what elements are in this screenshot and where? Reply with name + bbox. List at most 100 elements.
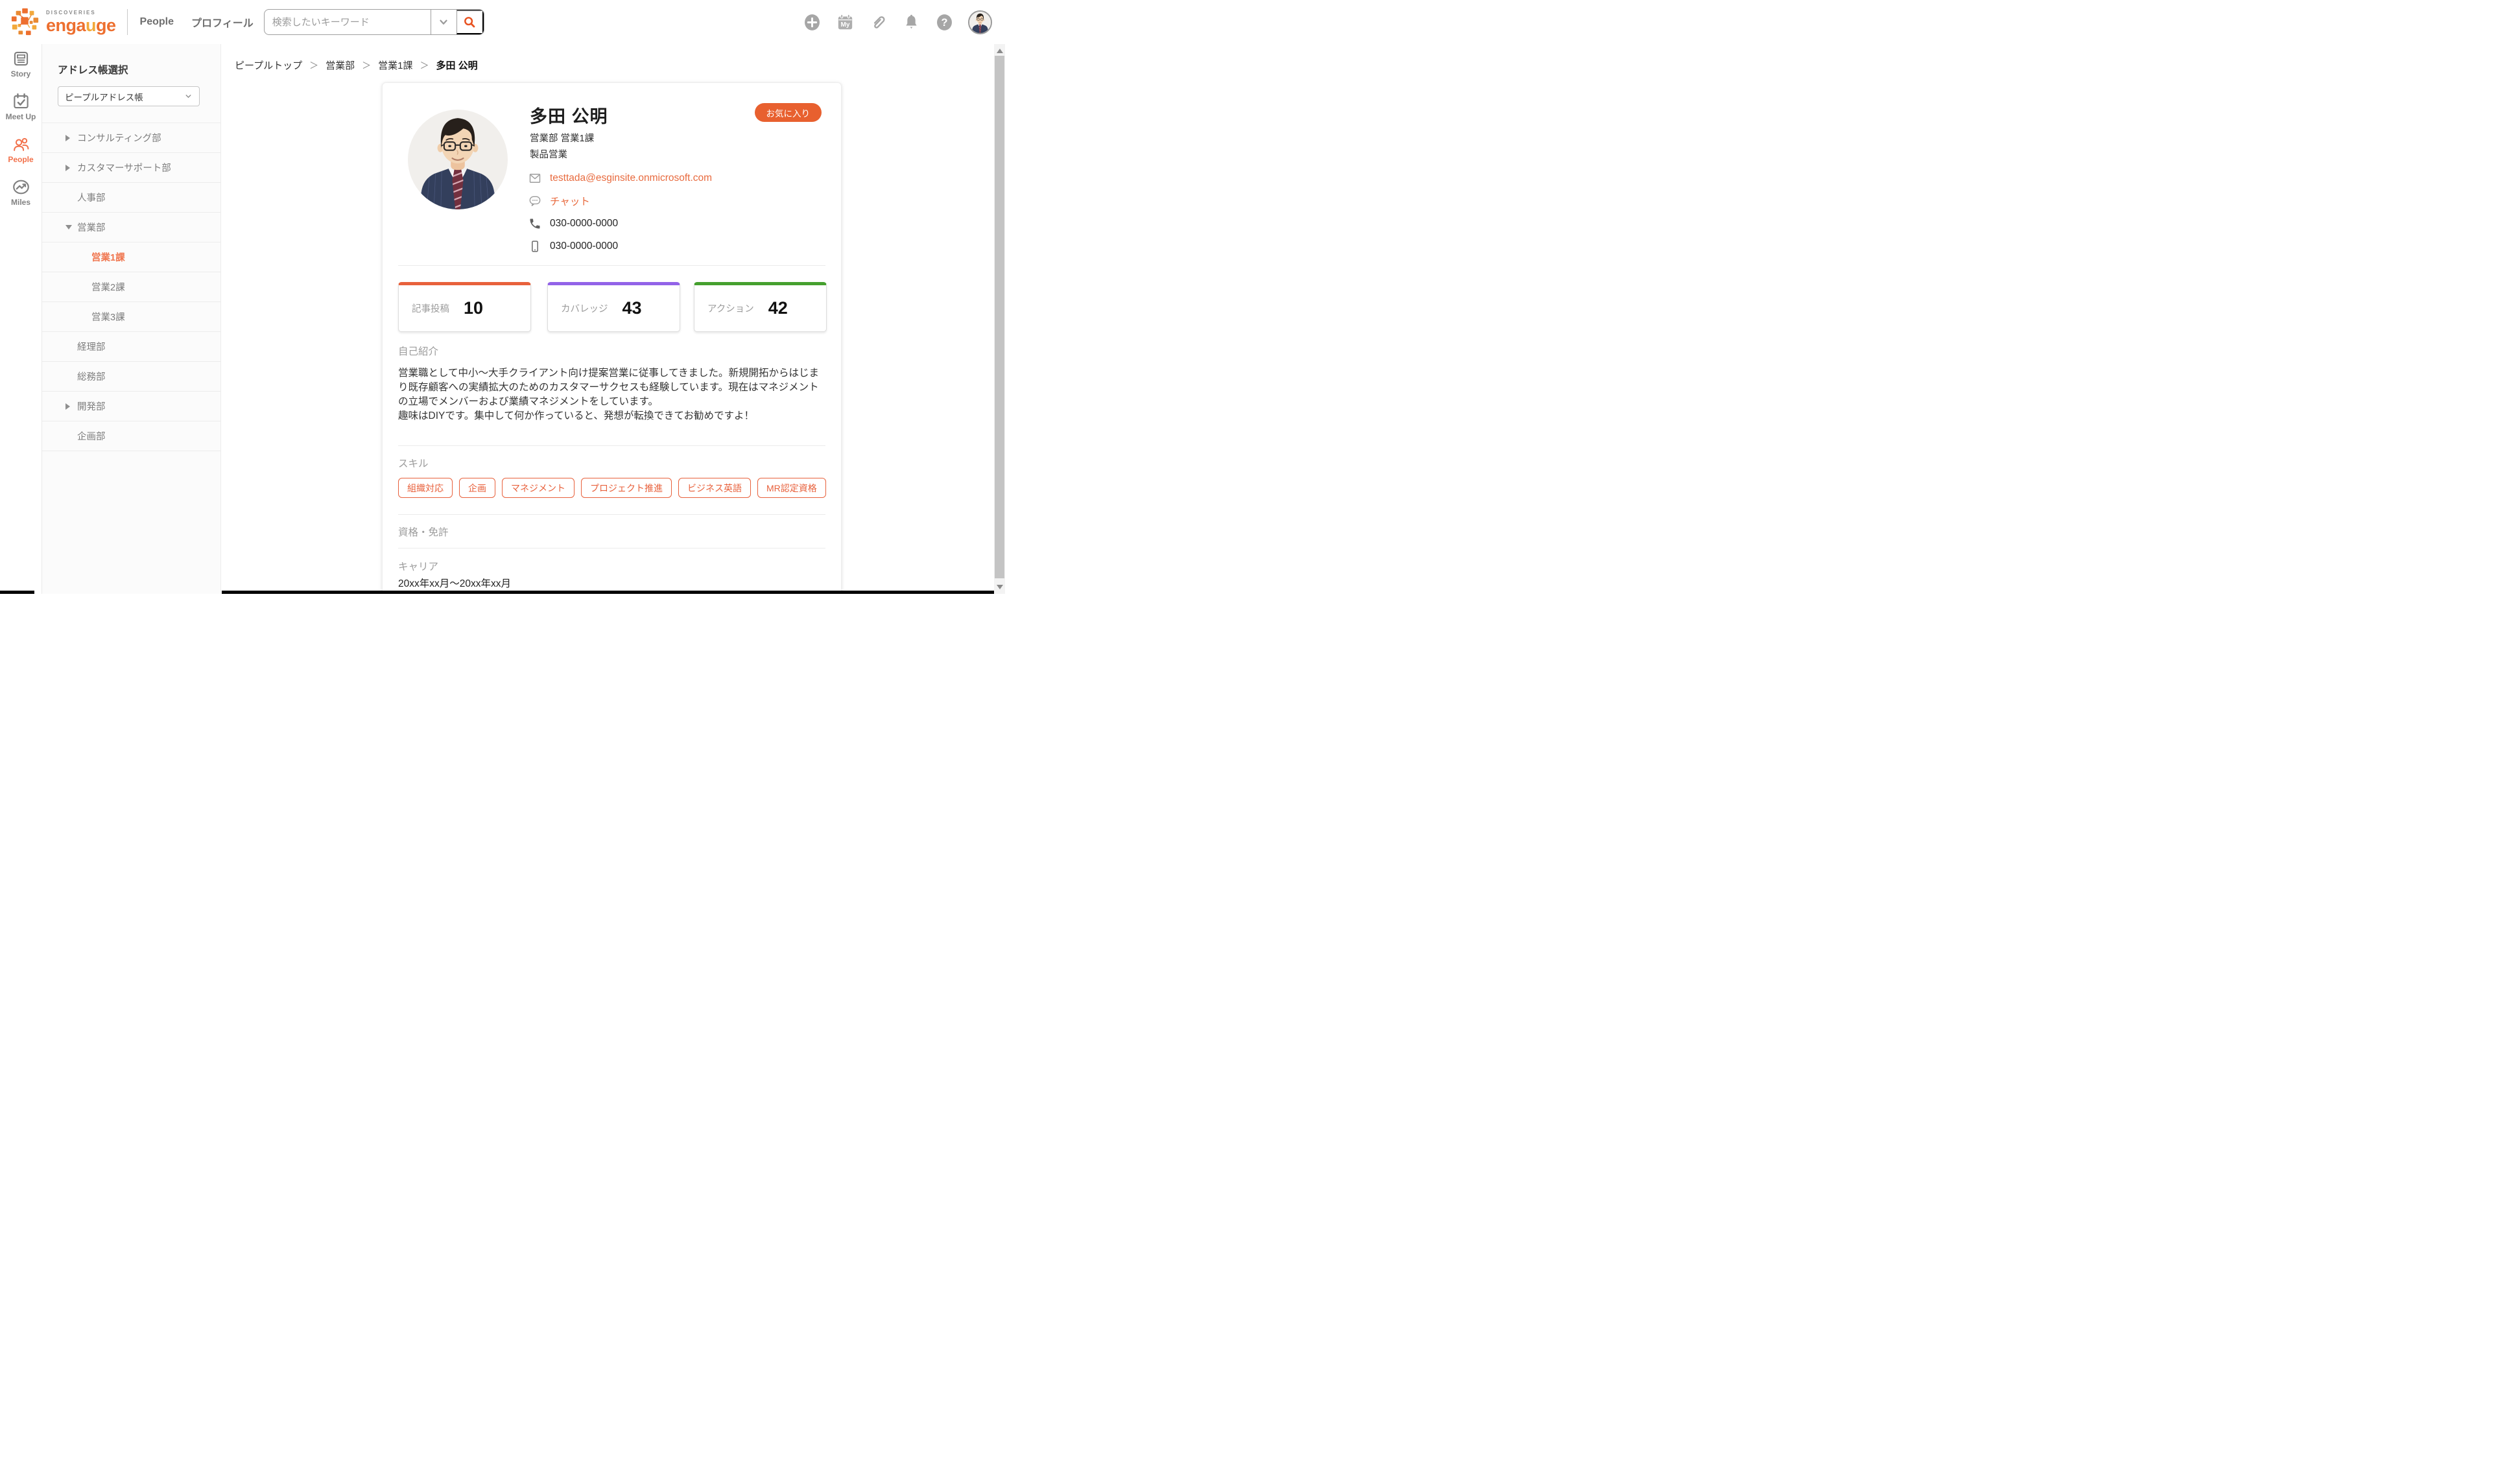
- tree-item[interactable]: 営業2課: [42, 272, 220, 302]
- rail-label-story: Story: [11, 69, 31, 78]
- user-avatar[interactable]: [968, 10, 992, 34]
- stat-card-coverage: カバレッジ 43: [547, 282, 680, 332]
- skill-tag[interactable]: 企画: [459, 478, 495, 498]
- tree-item-selected[interactable]: 営業1課: [42, 242, 220, 272]
- scroll-up-arrow[interactable]: [997, 49, 1003, 53]
- chat-bubble-icon: [528, 194, 541, 207]
- search-icon: [462, 15, 477, 29]
- skills-section-title: スキル: [398, 456, 429, 470]
- nav-profile[interactable]: プロフィール: [191, 14, 254, 30]
- profile-card: 多田 公明 営業部 営業1課 製品営業 お気に入り testtada@esgin…: [382, 82, 842, 594]
- profile-photo-image: [408, 110, 508, 209]
- skill-tag[interactable]: プロジェクト推進: [581, 478, 672, 498]
- breadcrumb-sales-dept[interactable]: 営業部: [326, 58, 355, 72]
- tree-item[interactable]: コンサルティング部: [42, 123, 220, 153]
- scroll-down-arrow[interactable]: [997, 585, 1003, 589]
- header-actions: My ?: [803, 10, 992, 34]
- rail-label-meetup: Meet Up: [6, 112, 36, 121]
- search-box: [264, 9, 484, 35]
- calendar-check-icon: [12, 93, 30, 110]
- breadcrumb-sales-section1[interactable]: 営業1課: [378, 58, 412, 72]
- attachments-button[interactable]: [869, 13, 887, 31]
- my-calendar-icon: My: [836, 14, 854, 31]
- skill-tag[interactable]: MR認定資格: [757, 478, 826, 498]
- tree-item[interactable]: カスタマーサポート部: [42, 153, 220, 183]
- help-button[interactable]: ?: [935, 13, 953, 31]
- phone-number: 030-0000-0000: [550, 218, 618, 230]
- tree-item[interactable]: 開発部: [42, 392, 220, 421]
- career-period: 20xx年xx月〜20xx年xx月: [398, 576, 511, 590]
- story-icon: [12, 50, 30, 67]
- notifications-button[interactable]: [902, 13, 920, 31]
- engauge-logo-icon: [10, 7, 40, 37]
- stat-card-posts: 記事投稿 10: [398, 282, 531, 332]
- rail-item-story[interactable]: Story: [0, 50, 41, 93]
- address-book-select-value: ピープルアドレス帳: [65, 90, 143, 103]
- rail-item-people[interactable]: People: [0, 135, 41, 178]
- tree-item[interactable]: 人事部: [42, 183, 220, 213]
- profile-photo: [408, 110, 508, 209]
- career-section-title: キャリア: [398, 559, 438, 573]
- bottom-edge-left: [0, 591, 34, 594]
- brand-engauge-label: engauge: [46, 17, 116, 34]
- address-book-select[interactable]: ピープルアドレス帳: [58, 86, 200, 106]
- brand-logo[interactable]: DISCOVERIES engauge: [10, 7, 116, 37]
- mobile-number: 030-0000-0000: [550, 241, 618, 252]
- app-window: DISCOVERIES engauge People プロフィール My: [0, 0, 1005, 594]
- skill-tags: 組織対応 企画 マネジメント プロジェクト推進 ビジネス英語 MR認定資格: [398, 478, 826, 498]
- rail-item-miles[interactable]: Miles: [0, 178, 41, 221]
- divider: [398, 265, 825, 266]
- breadcrumb: ピープルトップ ＞ 営業部 ＞ 営業1課 ＞ 多田 公明: [235, 58, 478, 72]
- favorite-button[interactable]: お気に入り: [755, 103, 822, 122]
- rail-item-meetup[interactable]: Meet Up: [0, 93, 41, 135]
- skill-tag[interactable]: マネジメント: [502, 478, 575, 498]
- user-avatar-photo: [969, 12, 991, 33]
- breadcrumb-separator: ＞: [362, 59, 371, 72]
- miles-trend-icon: [12, 178, 30, 196]
- add-post-button[interactable]: [803, 13, 821, 31]
- brand-discoveries-label: DISCOVERIES: [46, 10, 116, 16]
- stat-value: 43: [622, 298, 642, 318]
- divider: [398, 514, 825, 515]
- email-link[interactable]: testtada@esginsite.onmicrosoft.com: [550, 172, 712, 184]
- intro-body: 営業職として中小〜大手クライアント向け提案営業に従事してきました。新規開拓からは…: [398, 366, 829, 423]
- breadcrumb-people-top[interactable]: ピープルトップ: [235, 58, 302, 72]
- search-input[interactable]: [265, 10, 431, 34]
- envelope-icon: [528, 172, 541, 185]
- chat-link[interactable]: チャット: [550, 194, 590, 208]
- intro-section-title: 自己紹介: [398, 344, 438, 358]
- bottom-edge-right: [222, 591, 994, 594]
- email-row: testtada@esginsite.onmicrosoft.com: [528, 172, 712, 185]
- vertical-scrollbar[interactable]: [994, 44, 1005, 594]
- tree-item[interactable]: 営業部: [42, 213, 220, 242]
- intro-paragraph: 営業職として中小〜大手クライアント向け提案営業に従事してきました。新規開拓からは…: [398, 366, 829, 409]
- tree-item[interactable]: 経理部: [42, 332, 220, 362]
- rail-label-miles: Miles: [11, 198, 30, 207]
- stat-label: カバレッジ: [561, 301, 608, 315]
- skill-tag[interactable]: 組織対応: [398, 478, 453, 498]
- profile-job-title: 製品営業: [530, 147, 567, 161]
- chevron-right-icon: [65, 403, 70, 410]
- search-scope-dropdown[interactable]: [431, 10, 456, 34]
- stat-label: アクション: [707, 301, 754, 315]
- header-divider: [127, 9, 128, 35]
- skill-tag[interactable]: ビジネス英語: [678, 478, 751, 498]
- tree-item[interactable]: 営業3課: [42, 302, 220, 332]
- tree-item[interactable]: 企画部: [42, 421, 220, 451]
- chevron-right-icon: [65, 165, 70, 171]
- sidebar-title: アドレス帳選択: [58, 62, 220, 77]
- stat-label: 記事投稿: [412, 301, 449, 315]
- tree-item[interactable]: 総務部: [42, 362, 220, 392]
- top-nav: People プロフィール: [140, 14, 254, 30]
- my-calendar-button[interactable]: My: [836, 13, 854, 31]
- rail-label-people: People: [8, 155, 33, 164]
- department-tree: コンサルティング部 カスタマーサポート部 人事部 営業部 営業1課 営業2課 営…: [42, 123, 220, 451]
- phone-row: 030-0000-0000: [528, 217, 712, 230]
- smartphone-icon: [528, 240, 541, 253]
- left-rail: Story Meet Up People Miles: [0, 44, 41, 594]
- search-button[interactable]: [456, 10, 484, 34]
- breadcrumb-current-person: 多田 公明: [436, 58, 477, 72]
- nav-people[interactable]: People: [140, 16, 174, 28]
- question-circle-icon: ?: [936, 14, 953, 31]
- scrollbar-thumb[interactable]: [995, 56, 1004, 578]
